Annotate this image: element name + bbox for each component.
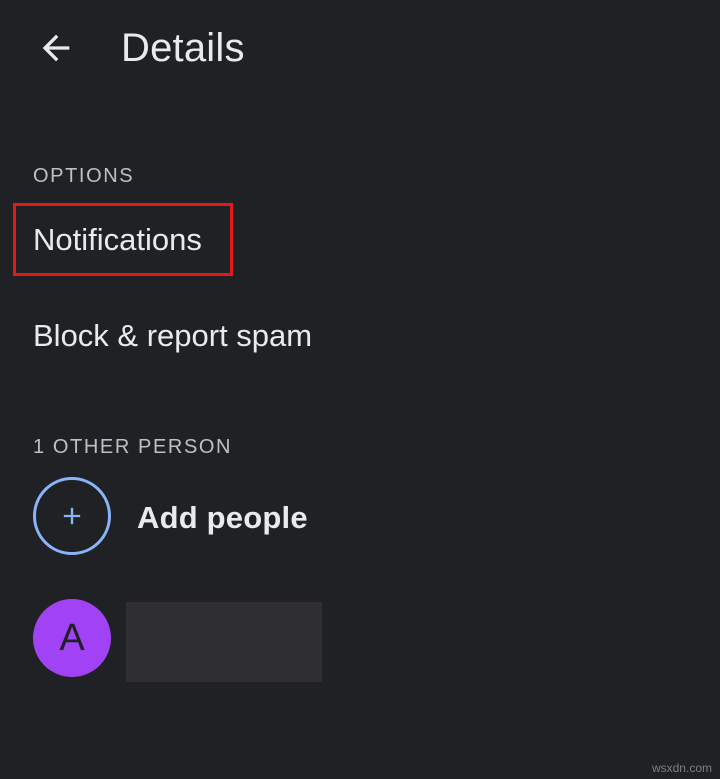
notifications-label: Notifications — [33, 222, 202, 257]
arrow-back-icon — [42, 34, 70, 62]
add-people-label: Add people — [137, 500, 308, 535]
page-title: Details — [121, 26, 245, 70]
options-section-header: OPTIONS — [33, 165, 135, 187]
plus-icon — [63, 507, 81, 525]
watermark: wsxdn.com — [651, 761, 712, 775]
add-people-circle — [33, 477, 111, 555]
avatar: A — [33, 599, 111, 677]
notifications-option[interactable]: Notifications — [0, 203, 720, 276]
avatar-initial: A — [59, 616, 85, 659]
participant-row[interactable]: A — [0, 598, 720, 682]
back-button[interactable] — [30, 22, 82, 74]
people-section-header: 1 OTHER PERSON — [33, 436, 233, 458]
block-report-spam-option[interactable]: Block & report spam — [0, 300, 720, 372]
block-report-spam-label: Block & report spam — [33, 318, 313, 353]
app-bar: Details — [0, 0, 720, 96]
redacted-name-block — [126, 602, 322, 682]
add-people-button[interactable]: Add people — [0, 476, 720, 560]
